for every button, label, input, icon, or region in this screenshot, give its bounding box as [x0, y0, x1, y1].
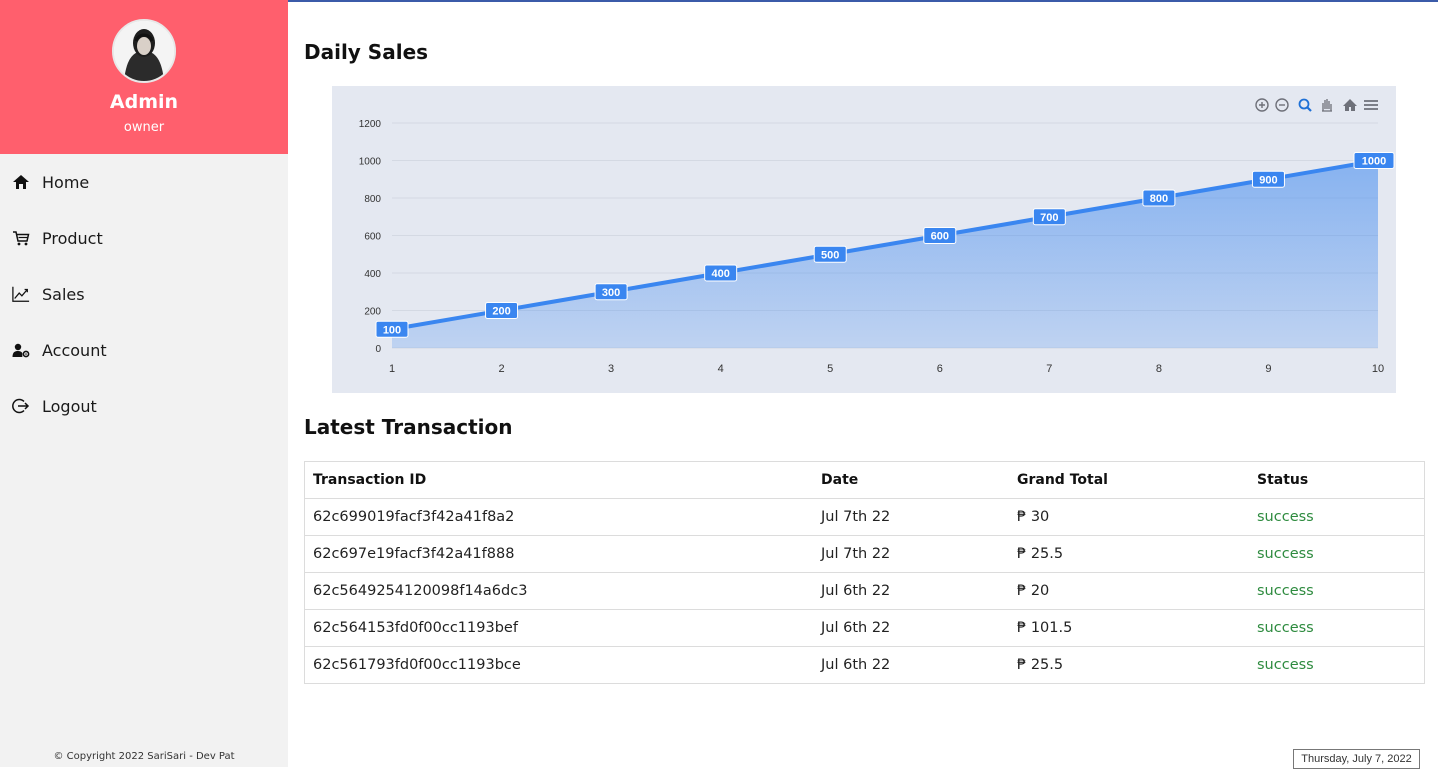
date-cell: Jul 6th 22: [813, 609, 1009, 647]
grand-total-cell: ₱ 101.5: [1009, 609, 1249, 647]
column-header-date: Date: [813, 462, 1009, 499]
table-header-row: Transaction ID Date Grand Total Status: [305, 462, 1424, 499]
pan-icon[interactable]: [1322, 99, 1332, 112]
table-row[interactable]: 62c697e19facf3f42a41f888 Jul 7th 22 ₱ 25…: [305, 535, 1424, 573]
selection-zoom-icon[interactable]: [1298, 98, 1312, 112]
data-label: 300: [602, 287, 620, 299]
home-icon: [12, 173, 30, 191]
x-tick-label: 10: [1372, 363, 1384, 375]
y-tick-label: 0: [375, 344, 381, 355]
date-cell: Jul 6th 22: [813, 572, 1009, 610]
area-fill: [392, 160, 1378, 348]
y-tick-label: 600: [364, 232, 381, 243]
data-label: 100: [383, 324, 401, 336]
status-cell: success: [1249, 609, 1424, 647]
data-label: 800: [1150, 193, 1168, 205]
x-tick-label: 5: [827, 363, 833, 375]
top-border: [288, 0, 1438, 2]
transaction-id-cell: 62c697e19facf3f42a41f888: [305, 535, 813, 573]
sidebar-item-label: Sales: [42, 284, 85, 304]
transaction-id-cell: 62c5649254120098f14a6dc3: [305, 572, 813, 610]
x-tick-label: 4: [718, 363, 724, 375]
column-header-status: Status: [1249, 462, 1424, 499]
sidebar-item-label: Logout: [42, 396, 97, 416]
sidebar-nav: Home Product Sales Account Logout: [0, 154, 288, 434]
sidebar-item-label: Account: [42, 340, 107, 360]
y-tick-label: 1000: [359, 157, 382, 168]
x-tick-label: 9: [1265, 363, 1271, 375]
column-header-transaction-id: Transaction ID: [305, 462, 813, 499]
grand-total-cell: ₱ 25.5: [1009, 535, 1249, 573]
status-cell: success: [1249, 572, 1424, 610]
table-row[interactable]: 62c561793fd0f00cc1193bce Jul 6th 22 ₱ 25…: [305, 647, 1424, 684]
chart-line-icon: [12, 285, 30, 303]
data-label: 600: [931, 231, 949, 243]
x-tick-label: 3: [608, 363, 614, 375]
transactions-table: Transaction ID Date Grand Total Status 6…: [304, 461, 1425, 684]
transaction-id-cell: 62c561793fd0f00cc1193bce: [313, 657, 521, 673]
latest-transaction-title: Latest Transaction: [304, 415, 513, 439]
chart-canvas: 0200400600800100012001 2 3 4 5 6 7 8 9 1010020030…: [359, 98, 1395, 375]
sidebar-item-logout[interactable]: Logout: [0, 378, 288, 434]
sidebar-item-home[interactable]: Home: [0, 154, 288, 210]
user-role: owner: [123, 120, 165, 135]
transaction-id-cell: 62c564153fd0f00cc1193bef: [305, 609, 813, 647]
x-tick-label: 8: [1156, 363, 1162, 375]
data-label: 700: [1040, 212, 1058, 224]
cart-icon: [12, 229, 30, 247]
date-cell: Jul 7th 22: [813, 498, 1009, 536]
data-label: 400: [711, 268, 729, 280]
y-tick-label: 1200: [359, 119, 382, 130]
logout-icon: [12, 397, 30, 415]
x-tick-label: 6: [937, 363, 943, 375]
table-row[interactable]: 62c564153fd0f00cc1193bef Jul 6th 22 ₱ 10…: [305, 609, 1424, 647]
y-tick-label: 400: [364, 269, 381, 280]
grand-total-cell: ₱ 25.5: [1017, 657, 1064, 673]
x-tick-label: 1: [389, 363, 395, 375]
data-label: 1000: [1362, 156, 1386, 168]
reset-home-icon[interactable]: [1343, 99, 1357, 111]
date-cell: Jul 6th 22: [821, 657, 891, 673]
x-tick-label: 2: [498, 363, 504, 375]
status-cell: success: [1257, 657, 1314, 673]
sidebar-item-label: Home: [42, 172, 90, 192]
status-cell: success: [1249, 498, 1424, 536]
y-tick-label: 200: [364, 307, 381, 318]
date-tooltip: Thursday, July 7, 2022: [1293, 749, 1420, 769]
daily-sales-title: Daily Sales: [304, 40, 429, 64]
avatar[interactable]: [112, 19, 176, 83]
transaction-id-cell: 62c699019facf3f42a41f8a2: [305, 498, 813, 536]
data-label: 200: [492, 306, 510, 318]
zoom-out-icon[interactable]: [1275, 98, 1289, 112]
sidebar-item-label: Product: [42, 228, 103, 248]
y-tick-label: 800: [364, 194, 381, 205]
sidebar-item-sales[interactable]: Sales: [0, 266, 288, 322]
data-label: 900: [1259, 174, 1277, 186]
grand-total-cell: ₱ 20: [1009, 572, 1249, 610]
date-cell: Jul 7th 22: [813, 535, 1009, 573]
profile-header: Admin owner: [0, 0, 288, 154]
user-name: Admin: [109, 91, 179, 113]
copyright-text: © Copyright 2022 SariSari - Dev Pat: [53, 751, 235, 762]
sidebar: Admin owner Home Product Sales Account L…: [0, 0, 288, 767]
menu-icon[interactable]: [1364, 100, 1378, 110]
table-row[interactable]: 62c699019facf3f42a41f8a2 Jul 7th 22 ₱ 30…: [305, 498, 1424, 536]
column-header-grand-total: Grand Total: [1009, 462, 1249, 499]
status-cell: success: [1249, 535, 1424, 573]
sidebar-item-product[interactable]: Product: [0, 210, 288, 266]
zoom-in-icon[interactable]: [1255, 98, 1269, 112]
x-tick-label: 7: [1046, 363, 1052, 375]
grand-total-cell: ₱ 30: [1009, 498, 1249, 536]
daily-sales-chart: 0 200 400 600 800 1000 1200 1 2 3 4 5 6 7 8 9 10 100 200 30…: [332, 86, 1396, 393]
table-row[interactable]: 62c5649254120098f14a6dc3 Jul 6th 22 ₱ 20…: [305, 572, 1424, 610]
sidebar-item-account[interactable]: Account: [0, 322, 288, 378]
data-label: 500: [821, 249, 839, 261]
user-gear-icon: [12, 341, 30, 359]
